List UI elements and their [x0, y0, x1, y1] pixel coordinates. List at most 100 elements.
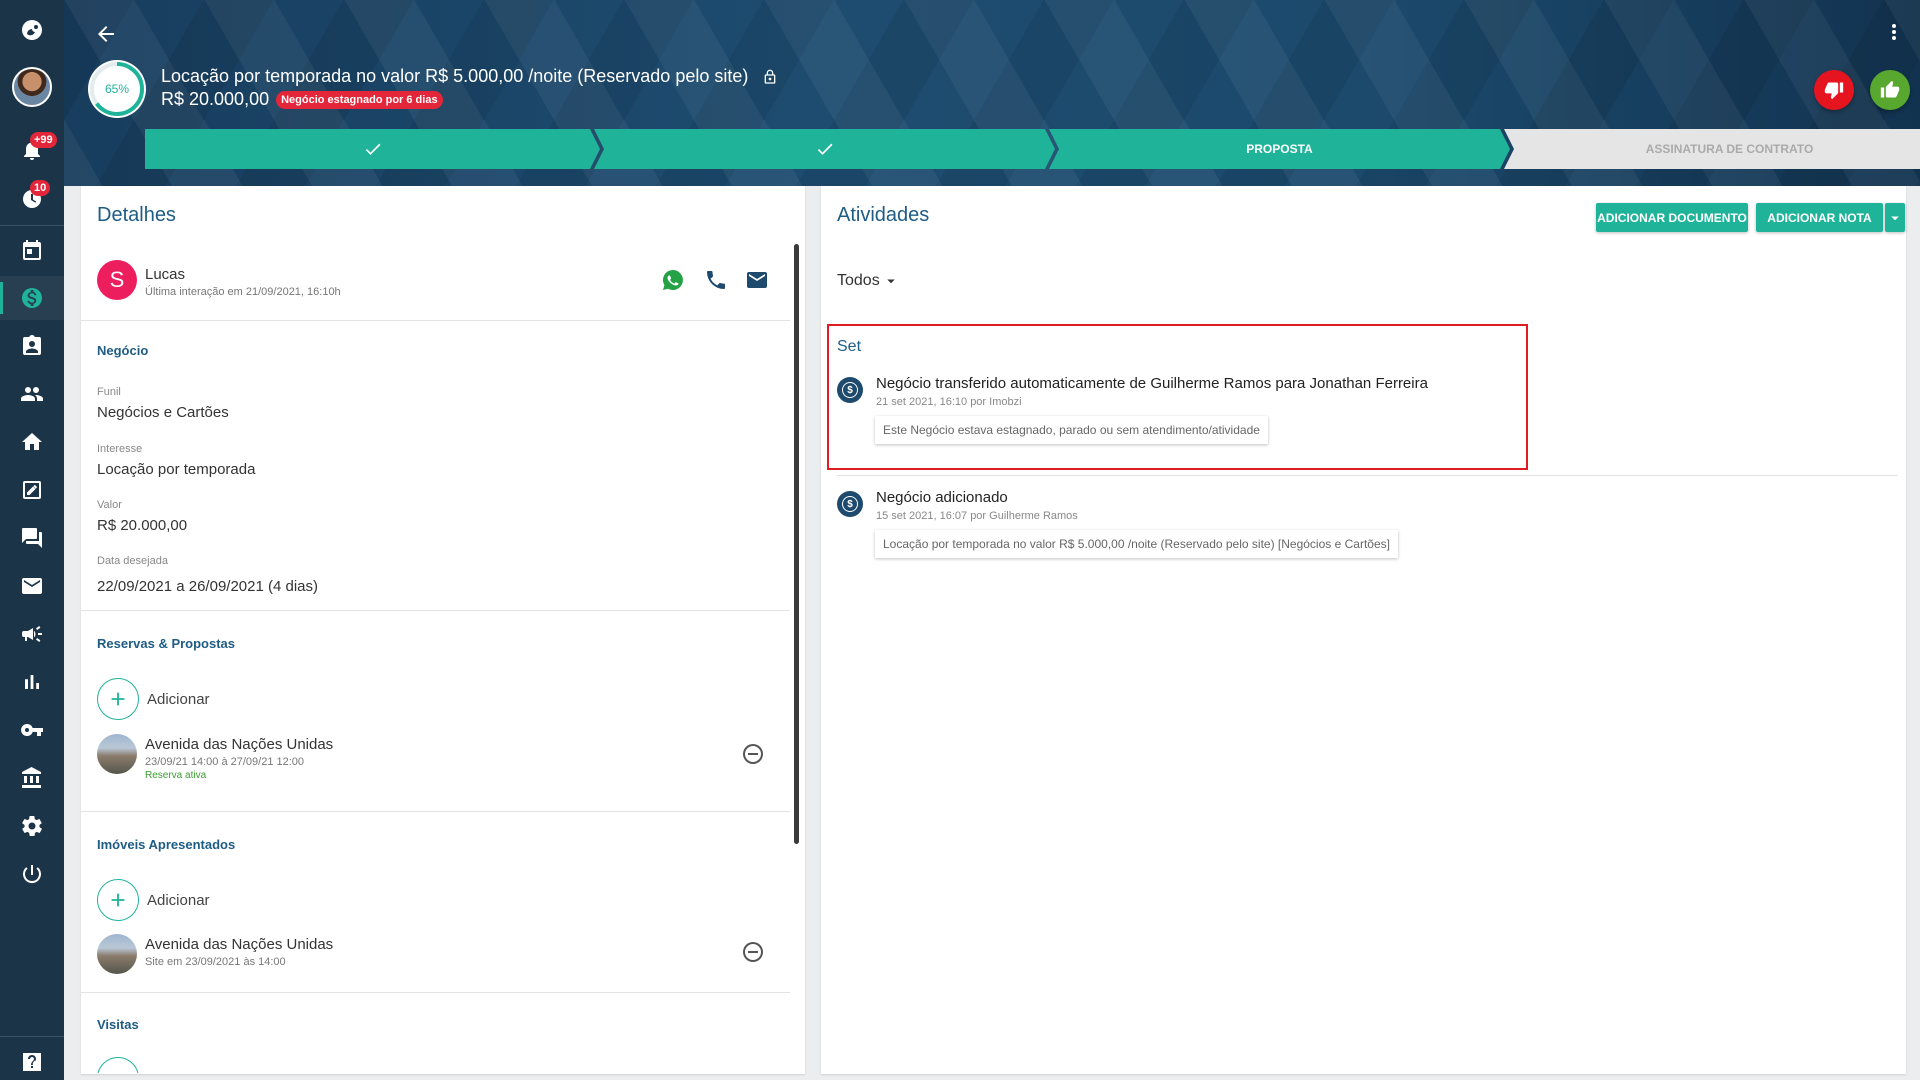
more-options-button[interactable] [1880, 18, 1908, 46]
contact-card: S Lucas Última interação em 21/09/2021, … [97, 260, 787, 304]
activity-filter-dropdown[interactable]: Todos [837, 272, 900, 290]
progress-percent: 65% [104, 82, 130, 96]
divider [81, 610, 790, 611]
check-icon [815, 139, 835, 159]
divider [81, 811, 790, 812]
sidebar-item-calendar[interactable] [0, 228, 64, 272]
reserva-item[interactable]: Avenida das Nações Unidas 23/09/21 14:00… [97, 732, 787, 781]
sidebar-item-settings[interactable] [0, 804, 64, 848]
email-button[interactable] [745, 268, 769, 292]
sidebar-item-deals[interactable] [0, 276, 64, 320]
add-note-button[interactable]: ADICIONAR NOTA [1756, 203, 1883, 232]
filter-label: Todos [837, 272, 880, 289]
sidebar-item-marketing[interactable] [0, 612, 64, 656]
sidebar-item-contracts[interactable] [0, 468, 64, 512]
add-circle [97, 678, 139, 720]
stagnant-badge: Negócio estagnado por 6 dias [276, 90, 443, 109]
sidebar-item-keys[interactable] [0, 708, 64, 752]
dollar-icon [22, 288, 42, 308]
sidebar-item-finance[interactable] [0, 756, 64, 800]
field-value-interesse[interactable]: Locação por temporada [97, 461, 255, 478]
add-circle [97, 879, 139, 921]
details-scrollbar[interactable] [794, 244, 799, 844]
dollar-glyph: $ [842, 496, 858, 512]
sidebar-divider [0, 1036, 64, 1037]
stage-assinatura-de-contrato[interactable]: ASSINATURA DE CONTRATO [1504, 129, 1920, 169]
month-group-label: Set [837, 338, 862, 355]
phone-button[interactable] [704, 268, 728, 292]
sidebar-user-avatar[interactable] [0, 52, 64, 122]
property-thumbnail [97, 734, 137, 774]
remove-imovel-button[interactable] [741, 940, 765, 964]
field-value-valor[interactable]: R$ 20.000,00 [97, 517, 187, 534]
sidebar-item-messages[interactable] [0, 516, 64, 560]
stage-1[interactable] [145, 129, 600, 169]
reserva-status: Reserva ativa [145, 770, 207, 781]
bank-icon [22, 767, 41, 788]
add-label: Adicionar [147, 690, 210, 708]
deal-header: 65% Locação por temporada no valor R$ 5.… [64, 0, 1920, 186]
add-visita-button[interactable] [97, 1057, 139, 1073]
add-document-button[interactable]: ADICIONAR DOCUMENTO [1596, 203, 1748, 232]
whatsapp-button[interactable] [661, 268, 685, 292]
home-icon [22, 433, 42, 450]
field-label-data-desejada: Data desejada [97, 555, 168, 567]
bar-chart-icon [25, 675, 39, 689]
caret-down-icon [1891, 216, 1899, 220]
imovel-item[interactable]: Avenida das Nações Unidas Site em 23/09/… [97, 932, 787, 976]
people-icon [21, 387, 43, 401]
deal-progress-ring: 65% [88, 60, 146, 118]
sidebar-item-reports[interactable] [0, 660, 64, 704]
divider [837, 475, 1898, 476]
sidebar-item-notifications[interactable]: +99 [0, 128, 64, 172]
sidebar: +99 10 [0, 0, 64, 1080]
contact-name[interactable]: Lucas [145, 266, 185, 283]
section-visitas: Visitas [97, 1017, 139, 1032]
mail-icon [747, 272, 767, 288]
add-reserva-button[interactable]: Adicionar [97, 678, 210, 720]
add-note-dropdown-button[interactable] [1885, 203, 1905, 232]
caret-down-icon [886, 279, 895, 284]
property-name[interactable]: Avenida das Nações Unidas [145, 736, 333, 753]
sidebar-item-contacts[interactable] [0, 324, 64, 368]
divider [81, 320, 790, 321]
add-imovel-button[interactable]: Adicionar [97, 879, 210, 921]
field-value-data-desejada[interactable]: 22/09/2021 a 26/09/2021 (4 dias) [97, 578, 318, 595]
arrow-back-icon [98, 26, 114, 42]
more-vert-icon [1892, 24, 1896, 40]
property-name[interactable]: Avenida das Nações Unidas [145, 936, 333, 953]
sidebar-divider [0, 225, 64, 226]
sidebar-item-logout[interactable] [0, 852, 64, 896]
avatar [12, 67, 52, 107]
check-icon [363, 139, 383, 159]
sidebar-item-people[interactable] [0, 372, 64, 416]
stage-2[interactable] [594, 129, 1055, 169]
lock-icon [765, 69, 776, 84]
back-button[interactable] [88, 16, 124, 52]
field-value-funil[interactable]: Negócios e Cartões [97, 404, 229, 421]
sidebar-item-tasks[interactable]: 10 [0, 176, 64, 220]
remove-reserva-button[interactable] [741, 742, 765, 766]
plus-icon [111, 692, 125, 706]
section-imoveis-apresentados: Imóveis Apresentados [97, 837, 236, 852]
mark-lost-button[interactable] [1814, 70, 1854, 110]
contact-avatar[interactable]: S [97, 260, 137, 300]
stage-label: ASSINATURA DE CONTRATO [1645, 142, 1814, 156]
gear-icon [22, 815, 42, 837]
add-label: Adicionar [147, 891, 210, 909]
deal-value-text: R$ 20.000,00 [161, 89, 270, 109]
sidebar-item-properties[interactable] [0, 420, 64, 464]
mark-won-button[interactable] [1870, 70, 1910, 110]
stage-label: PROPOSTA [1246, 142, 1313, 156]
sidebar-logo[interactable] [0, 8, 64, 52]
details-panel: Detalhes S Lucas Última interação em 21/… [81, 186, 805, 1074]
sidebar-item-email[interactable] [0, 564, 64, 608]
thumb-down-icon [1824, 82, 1844, 100]
activity-note: Este Negócio estava estagnado, parado ou… [875, 416, 1268, 444]
sidebar-item-help[interactable] [20, 1050, 44, 1074]
dollar-glyph: $ [842, 382, 858, 398]
deal-dollar-icon: $ [837, 377, 863, 403]
remove-circle-icon [743, 744, 763, 764]
imobzi-logo-icon [22, 20, 42, 40]
stage-proposta[interactable]: PROPOSTA [1049, 129, 1510, 169]
